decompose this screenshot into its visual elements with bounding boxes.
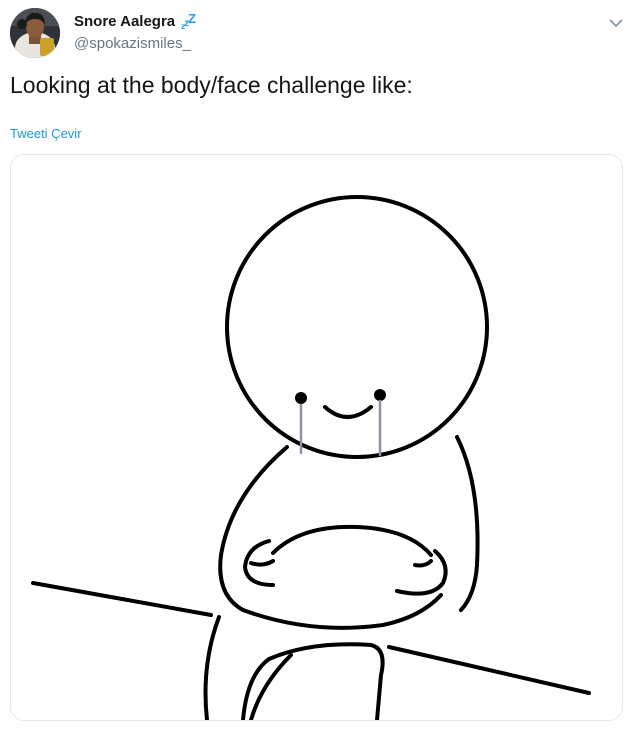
tweet-media-image[interactable] xyxy=(10,154,623,721)
meme-illustration xyxy=(31,195,591,720)
avatar[interactable] xyxy=(10,8,60,58)
display-name[interactable]: Snore Aalegra xyxy=(74,13,175,30)
avatar-image xyxy=(10,8,60,58)
chevron-down-icon xyxy=(609,19,623,27)
translate-tweet-link[interactable]: Tweeti Çevir xyxy=(10,126,82,141)
tweet-text: Looking at the body/face challenge like: xyxy=(10,72,413,98)
user-handle[interactable]: @spokazismiles_ xyxy=(74,35,191,52)
more-options-button[interactable] xyxy=(606,16,626,30)
zzz-sleeping-icon: zzZ xyxy=(181,11,196,31)
name-row: Snore Aalegra zzZ xyxy=(74,11,196,31)
